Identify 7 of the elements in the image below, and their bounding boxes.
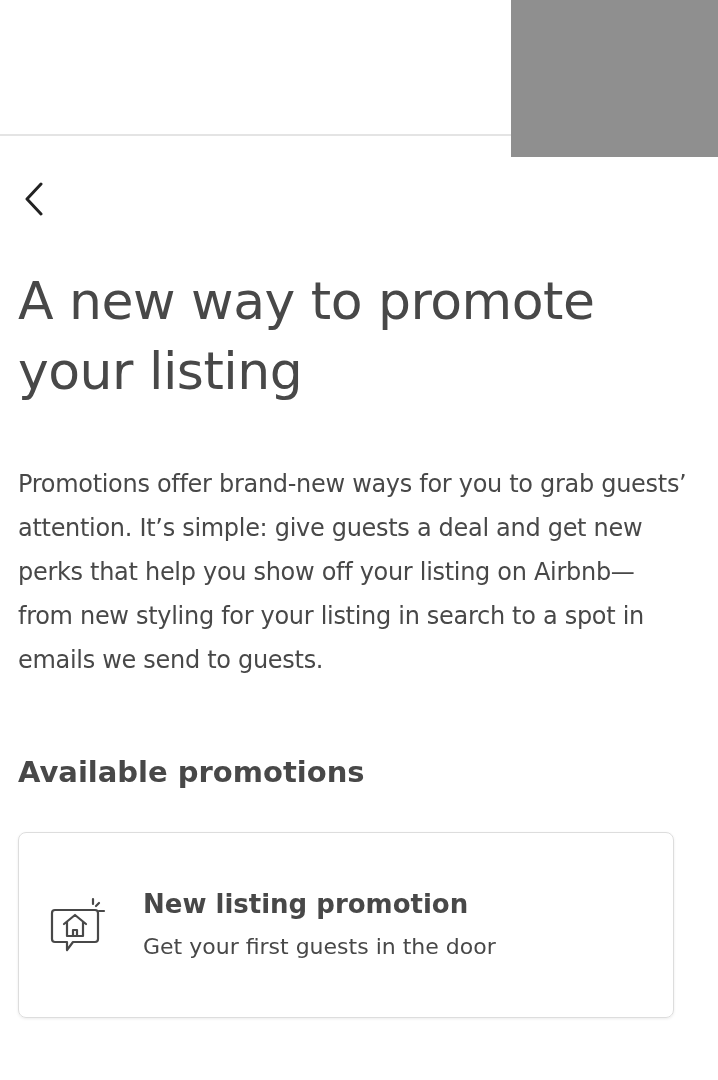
promotion-card[interactable]: New listing promotion Get your first guests in the door [18,832,674,1018]
promotion-title: New listing promotion [143,888,470,921]
page-title: A new way to promote your listing [18,270,596,403]
back-button[interactable] [24,182,44,216]
description: Promotions offer brand-new ways for you to grab guests’ attention. It’s simple: give guests a deal and get new perks that help you show off your listing on Airbnb—from new styling for your listing in search to a spot in emails we send to guests. [18,469,688,676]
promotion-subtitle: Get your first guests in the door [143,933,496,961]
section-heading: Available promotions [18,754,366,791]
